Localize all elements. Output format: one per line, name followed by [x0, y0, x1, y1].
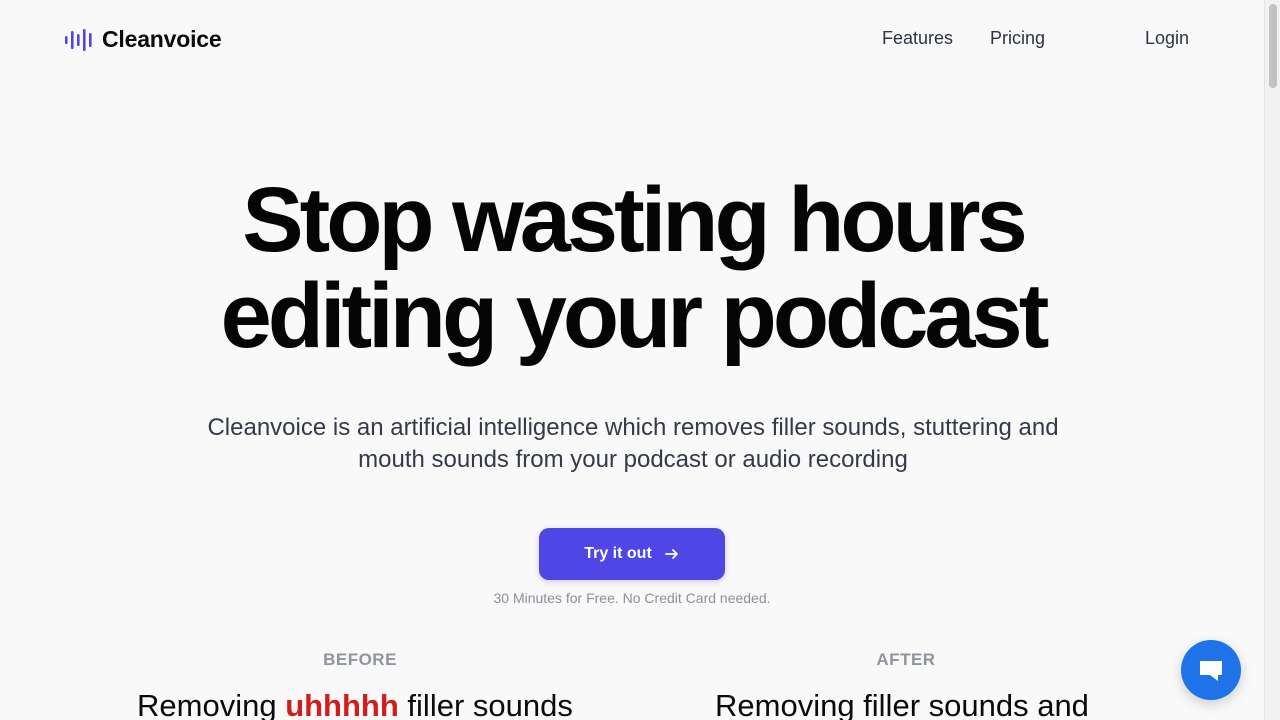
hero-headline: Stop wasting hours editing your podcast — [0, 172, 1266, 364]
headline-line-1: Stop wasting hours — [242, 169, 1028, 271]
arrow-right-icon — [664, 549, 678, 559]
after-example: Removing filler sounds and — [715, 688, 1089, 720]
cta-label: Try it out — [584, 545, 652, 562]
before-label: BEFORE — [323, 650, 397, 669]
hero-subtext: Cleanvoice is an artificial intelligence… — [207, 414, 1059, 473]
nav-features-link[interactable]: Features — [882, 28, 953, 49]
try-it-out-button[interactable]: Try it out — [539, 528, 725, 580]
page-scrollbar[interactable] — [1264, 0, 1280, 720]
waveform-icon — [65, 28, 92, 51]
before-prefix: Removing — [137, 688, 286, 720]
logo-link[interactable]: Cleanvoice — [64, 26, 222, 53]
nav-login-link[interactable]: Login — [1145, 28, 1189, 49]
filler-word: uhhhhh — [285, 688, 399, 720]
before-example: Removing uhhhhh filler sounds — [137, 686, 573, 720]
chat-button[interactable] — [1181, 640, 1241, 700]
after-label: AFTER — [876, 650, 936, 669]
chat-bubble-icon — [1200, 661, 1222, 681]
before-suffix: filler sounds — [398, 688, 573, 720]
headline-line-2: editing your podcast — [220, 265, 1050, 367]
cta-note: 30 Minutes for Free. No Credit Card need… — [493, 590, 771, 606]
page: Cleanvoice Features Pricing Login Stop w… — [0, 0, 1280, 720]
nav-pricing-link[interactable]: Pricing — [990, 28, 1045, 49]
logo-text: Cleanvoice — [102, 26, 222, 52]
scrollbar-thumb[interactable] — [1269, 4, 1277, 88]
